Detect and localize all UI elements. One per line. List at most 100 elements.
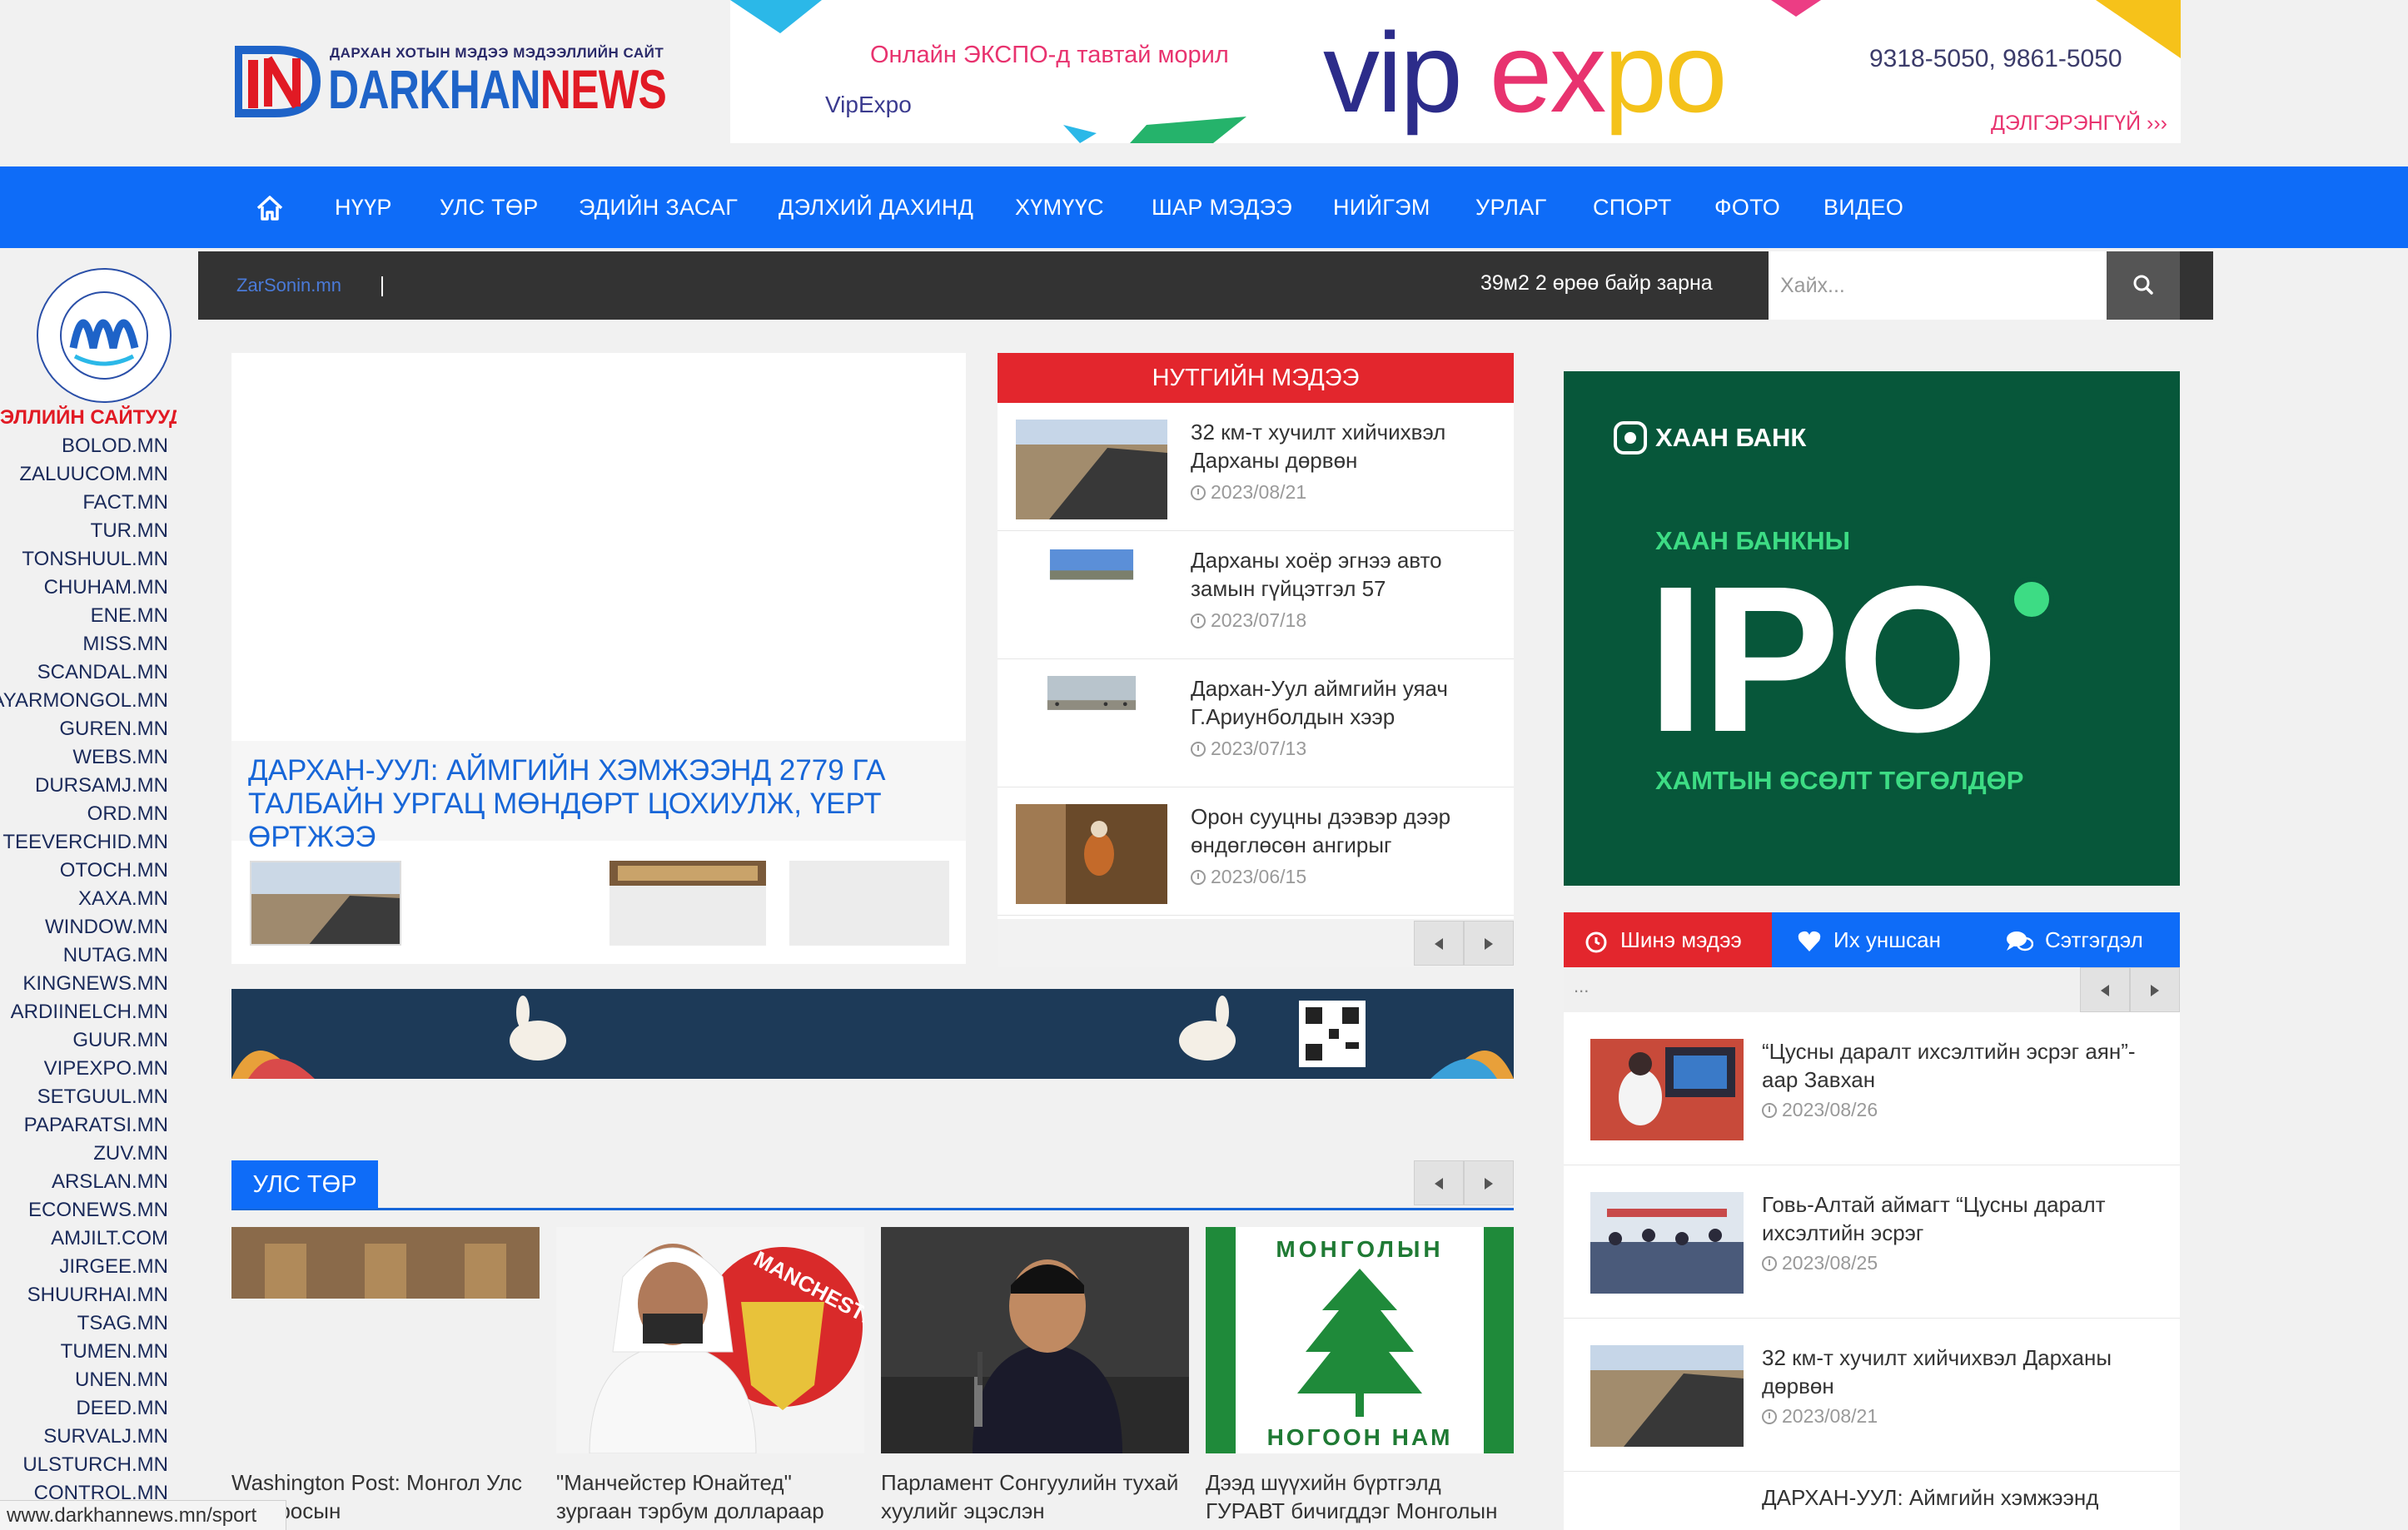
partner-site-link[interactable]: SCANDAL.MN bbox=[37, 661, 168, 684]
news-date: 2023/06/15 bbox=[1191, 866, 1306, 888]
featured-caption[interactable]: ДАРХАН-УУЛ: АЙМГИЙН ХЭМЖЭЭНД 2779 ГА ТАЛ… bbox=[248, 754, 956, 854]
top-banner-ad[interactable]: Онлайн ЭКСПО-д тавтай морил VipExpo vip … bbox=[730, 0, 2181, 143]
news-title[interactable]: ДАРХАН-УУЛ: Аймгийн хэмжээнд bbox=[1762, 1483, 2170, 1512]
list-item[interactable]: Говь-Алтай аймагт “Цусны даралт ихсэлтий… bbox=[1564, 1165, 2180, 1319]
partner-site-link[interactable]: BAYARMONGOL.MN bbox=[0, 689, 168, 713]
politics-card[interactable]: МОНГОЛЫН НОГООН НАМ Дээд шүүхийн бүртгэл… bbox=[1206, 1227, 1514, 1527]
news-title[interactable]: Дарханы хоёр эгнээ авто замын гүйцэтгэл … bbox=[1191, 546, 1507, 603]
home-icon[interactable] bbox=[255, 193, 285, 223]
partner-site-link[interactable]: JIRGEE.MN bbox=[59, 1255, 168, 1279]
partner-site-link[interactable]: TSAG.MN bbox=[77, 1312, 168, 1335]
partner-site-link[interactable]: ULSTURCH.MN bbox=[22, 1453, 168, 1477]
partner-site-link[interactable]: TEEVERCHID.MN bbox=[2, 831, 168, 854]
list-item[interactable]: Орон сууцны дээвэр дээр өндөглөсөн ангир… bbox=[998, 787, 1514, 916]
partner-site-link[interactable]: GUUR.MN bbox=[72, 1029, 168, 1052]
list-item[interactable]: Дарханы хоёр эгнээ авто замын гүйцэтгэл … bbox=[998, 531, 1514, 659]
local-news-title[interactable]: НУТГИЙН МЭДЭЭ bbox=[998, 353, 1514, 403]
list-item[interactable]: 32 км-т хучилт хийчихвэл Дарханы дөрвөн … bbox=[1564, 1319, 2180, 1472]
partner-site-link[interactable]: ARDIINELCH.MN bbox=[11, 1001, 168, 1024]
featured-thumb[interactable] bbox=[248, 859, 403, 947]
partner-site-link[interactable]: GUREN.MN bbox=[59, 718, 168, 741]
news-title[interactable]: 32 км-т хучилт хийчихвэл Дарханы дөрвөн bbox=[1762, 1344, 2170, 1400]
partner-site-link[interactable]: SETGUUL.MN bbox=[37, 1085, 168, 1109]
nav-item-politics[interactable]: УЛС ТӨР bbox=[440, 195, 539, 221]
partner-site-link[interactable]: ZALUUCOM.MN bbox=[19, 463, 168, 486]
news-title[interactable]: 32 км-т хучилт хийчихвэл Дарханы дөрвөн bbox=[1191, 418, 1507, 474]
partner-site-link[interactable]: KINGNEWS.MN bbox=[22, 972, 168, 996]
partner-site-link[interactable]: ARSLAN.MN bbox=[52, 1170, 168, 1194]
partner-site-link[interactable]: CHUHAM.MN bbox=[44, 576, 168, 599]
list-item[interactable]: ДАРХАН-УУЛ: Аймгийн хэмжээнд bbox=[1564, 1472, 2180, 1530]
partner-site-link[interactable]: SHUURHAI.MN bbox=[27, 1284, 168, 1307]
featured-thumb[interactable] bbox=[609, 861, 766, 946]
partner-site-link[interactable]: DEED.MN bbox=[76, 1397, 168, 1420]
prev-button[interactable] bbox=[1414, 921, 1464, 966]
nav-item-sport[interactable]: СПОРТ bbox=[1593, 195, 1672, 221]
partner-site-link[interactable]: WEBS.MN bbox=[72, 746, 168, 769]
tab-latest[interactable]: Шинэ мэдээ bbox=[1564, 912, 1772, 967]
partner-site-link[interactable]: ORD.MN bbox=[87, 802, 168, 826]
partner-site-link[interactable]: TUR.MN bbox=[91, 519, 168, 543]
partner-site-link[interactable]: ENE.MN bbox=[91, 604, 168, 628]
politics-card-title[interactable]: Парламент Сонгуулийн тухай хуулийг эцэсл… bbox=[881, 1468, 1189, 1525]
prev-button[interactable] bbox=[1414, 1160, 1464, 1205]
partner-site-link[interactable]: ZUV.MN bbox=[93, 1142, 168, 1165]
politics-card[interactable]: Washington Post: Монгол Улс ..., Оросын bbox=[231, 1227, 540, 1527]
partner-site-link[interactable]: TUMEN.MN bbox=[61, 1340, 168, 1364]
politics-section-label[interactable]: УЛС ТӨР bbox=[231, 1160, 378, 1209]
nav-item-society[interactable]: НИЙГЭМ bbox=[1333, 195, 1430, 221]
khan-bank-ad[interactable]: ХААН БАНК ХААН БАНКНЫ IPO ХАМТЫН ӨСӨЛТ Т… bbox=[1564, 371, 2180, 886]
next-button[interactable] bbox=[1464, 921, 1514, 966]
news-title[interactable]: Дархан-Уул аймгийн уяач Г.Ариунболдын хэ… bbox=[1191, 674, 1507, 731]
nav-item-gossip[interactable]: ШАР МЭДЭЭ bbox=[1152, 195, 1292, 221]
partner-site-link[interactable]: WINDOW.MN bbox=[45, 916, 168, 939]
partner-site-link[interactable]: MISS.MN bbox=[82, 633, 168, 656]
tab-comments[interactable]: Сэтгэгдэл bbox=[2005, 912, 2143, 967]
prev-button[interactable] bbox=[2080, 967, 2130, 1012]
partner-site-link[interactable]: BOLOD.MN bbox=[62, 435, 168, 458]
ad-more-link[interactable]: ДЭЛГЭРЭНГҮЙ ››› bbox=[1991, 112, 2167, 136]
partner-site-link[interactable]: TONSHUUL.MN bbox=[22, 548, 168, 571]
partner-site-link[interactable]: XAXA.MN bbox=[78, 887, 168, 911]
politics-card[interactable]: MANCHESTER "Манчейстер Юнайтед" зургаан … bbox=[556, 1227, 864, 1527]
recent-news-list: “Цусны даралт ихсэлтийн эсрэг аян”-аар З… bbox=[1564, 1012, 2180, 1530]
partner-site-link[interactable]: DURSAMJ.MN bbox=[35, 774, 168, 797]
partner-site-link[interactable]: NUTAG.MN bbox=[63, 944, 168, 967]
list-item[interactable]: “Цусны даралт ихсэлтийн эсрэг аян”-аар З… bbox=[1564, 1012, 2180, 1165]
tab-most-read[interactable]: Их уншсан bbox=[1797, 912, 1941, 967]
partner-site-link[interactable]: FACT.MN bbox=[82, 491, 168, 514]
news-title[interactable]: “Цусны даралт ихсэлтийн эсрэг аян”-аар З… bbox=[1762, 1037, 2170, 1094]
search-button[interactable] bbox=[2107, 251, 2180, 320]
ad-bank-name: ХААН БАНК bbox=[1655, 423, 1807, 452]
partner-site-link[interactable]: OTOCH.MN bbox=[60, 859, 168, 882]
nav-item-economy[interactable]: ЭДИЙН ЗАСАГ bbox=[579, 195, 738, 221]
nav-item-home[interactable]: НҮҮР bbox=[335, 195, 392, 221]
partner-site-link[interactable]: AMJILT.COM bbox=[51, 1227, 168, 1250]
next-button[interactable] bbox=[2130, 967, 2180, 1012]
politics-card-title[interactable]: Дээд шүүхийн бүртгэлд ГУРАВТ бичигддэг М… bbox=[1206, 1468, 1514, 1525]
ticker-brand[interactable]: ZarSonin.mn bbox=[236, 275, 341, 296]
middle-banner-ad[interactable] bbox=[231, 989, 1514, 1079]
politics-card-title[interactable]: "Манчейстер Юнайтед" зургаан тэрбум долл… bbox=[556, 1468, 864, 1525]
featured-slider[interactable]: ДАРХАН-УУЛ: АЙМГИЙН ХЭМЖЭЭНД 2779 ГА ТАЛ… bbox=[231, 353, 966, 964]
partner-site-link[interactable]: SURVALJ.MN bbox=[43, 1425, 168, 1448]
next-button[interactable] bbox=[1464, 1160, 1514, 1205]
featured-thumb[interactable] bbox=[789, 861, 949, 946]
news-title[interactable]: Говь-Алтай аймагт “Цусны даралт ихсэлтий… bbox=[1762, 1190, 2170, 1247]
partner-site-link[interactable]: ECONEWS.MN bbox=[28, 1199, 168, 1222]
news-tabs: Шинэ мэдээ Их уншсан Сэтгэгдэл bbox=[1564, 912, 2180, 967]
nav-item-video[interactable]: ВИДЕО bbox=[1823, 195, 1903, 221]
search-input[interactable] bbox=[1769, 251, 2107, 320]
nav-item-arts[interactable]: УРЛАГ bbox=[1475, 195, 1547, 221]
nav-item-world[interactable]: ДЭЛХИЙ ДАХИНД bbox=[779, 195, 973, 221]
site-logo[interactable]: ДАРХАН ХОТЫН МЭДЭЭ МЭДЭЭЛЛИЙН САЙТ DARKH… bbox=[235, 40, 667, 123]
list-item[interactable]: Дархан-Уул аймгийн уяач Г.Ариунболдын хэ… bbox=[998, 659, 1514, 787]
partner-site-link[interactable]: UNEN.MN bbox=[75, 1369, 168, 1392]
nav-item-photo[interactable]: ФОТО bbox=[1714, 195, 1780, 221]
nav-item-people[interactable]: ХҮМҮҮС bbox=[1015, 195, 1104, 221]
politics-card[interactable]: Парламент Сонгуулийн тухай хуулийг эцэсл… bbox=[881, 1227, 1189, 1527]
partner-site-link[interactable]: PAPARATSI.MN bbox=[24, 1114, 168, 1137]
news-title[interactable]: Орон сууцны дээвэр дээр өндөглөсөн ангир… bbox=[1191, 802, 1507, 859]
partner-site-link[interactable]: VIPEXPO.MN bbox=[44, 1057, 168, 1080]
list-item[interactable]: 32 км-т хучилт хийчихвэл Дарханы дөрвөн … bbox=[998, 403, 1514, 531]
